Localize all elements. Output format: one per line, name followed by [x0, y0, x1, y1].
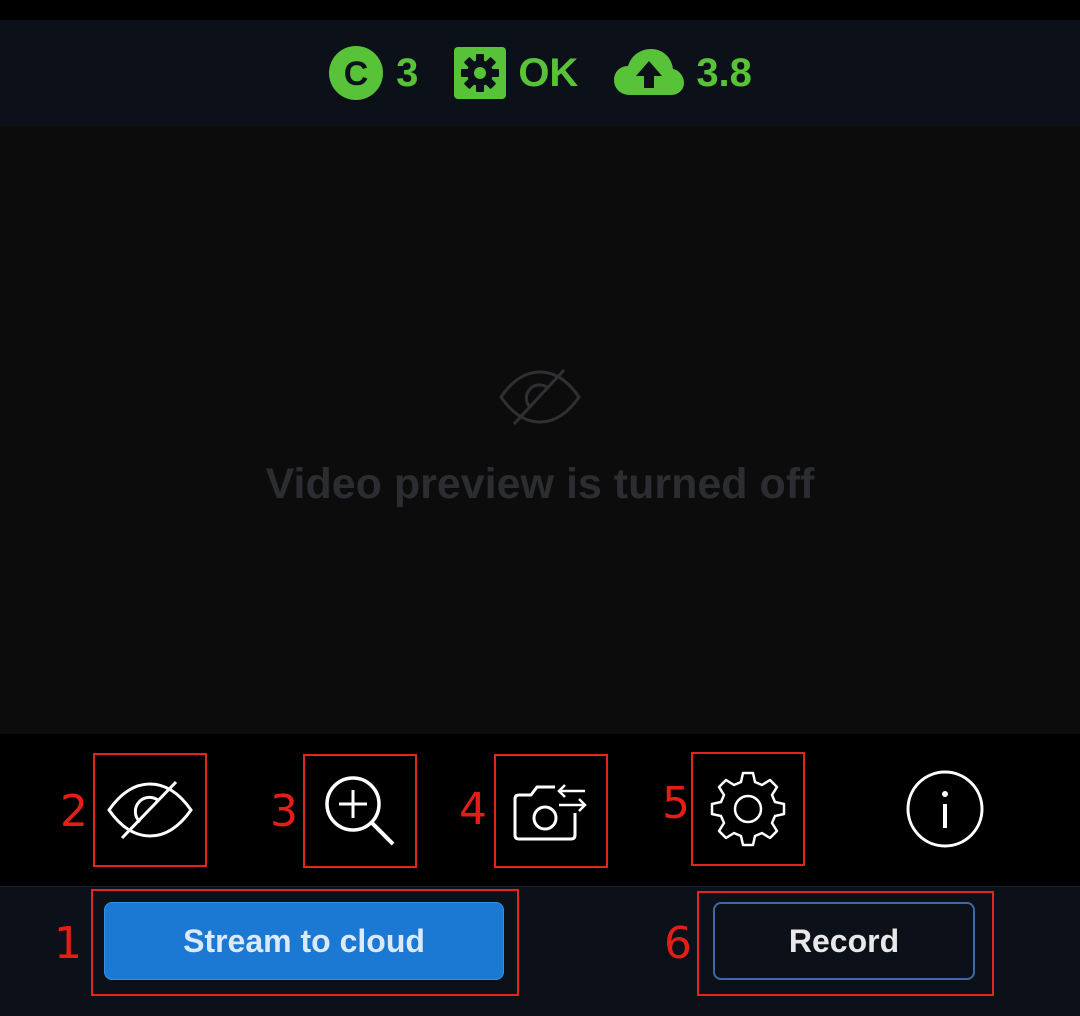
health-text: OK	[518, 51, 579, 95]
preview-off-message: Video preview is turned off	[265, 460, 815, 508]
eye-off-icon	[107, 780, 193, 840]
callout-1: 1	[54, 918, 82, 969]
record-button[interactable]: Record	[713, 902, 975, 980]
gear-icon	[710, 771, 786, 847]
svg-text:C: C	[344, 55, 369, 93]
info-icon	[906, 770, 984, 848]
callout-4: 4	[459, 784, 487, 835]
callout-5: 5	[662, 778, 690, 829]
zoom-in-icon	[325, 776, 395, 846]
callout-3: 3	[270, 786, 298, 837]
callout-2: 2	[60, 786, 88, 837]
upload-status: 3.8	[614, 49, 752, 97]
status-bar: C 3 OK 3.8	[0, 20, 1080, 126]
stream-to-cloud-button[interactable]: Stream to cloud	[104, 902, 504, 980]
video-preview-area: Video preview is turned off	[0, 126, 1080, 734]
health-status: OK	[454, 47, 578, 99]
camera-count-badge-icon: C	[329, 46, 384, 100]
upload-speed: 3.8	[696, 51, 752, 95]
cameras-status: C 3	[328, 45, 418, 101]
switch-camera-icon	[513, 784, 587, 841]
system-top-strip	[0, 0, 1080, 20]
eye-off-icon	[499, 368, 581, 426]
gear-status-icon	[454, 47, 507, 99]
info-button[interactable]	[904, 768, 986, 850]
cameras-count: 3	[396, 51, 419, 95]
zoom-button[interactable]	[303, 754, 417, 868]
callout-6: 6	[664, 918, 692, 969]
cloud-upload-icon	[614, 49, 685, 95]
switch-camera-button[interactable]	[494, 754, 608, 868]
settings-button[interactable]	[691, 752, 805, 866]
toggle-preview-button[interactable]	[93, 753, 207, 867]
